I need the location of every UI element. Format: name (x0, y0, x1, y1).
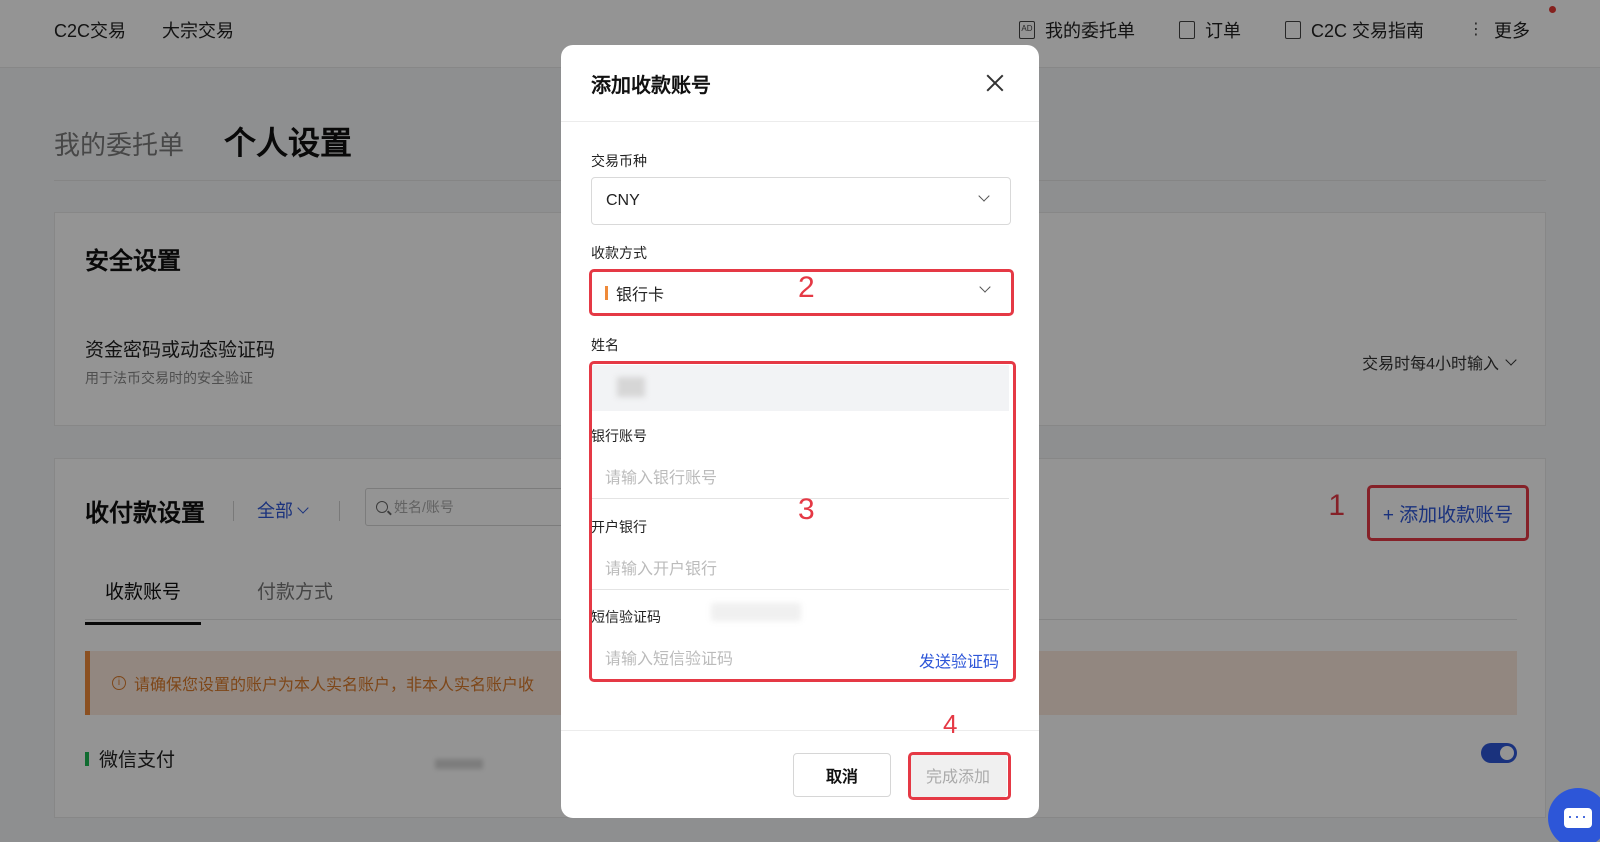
step-marker-3: 3 (798, 493, 815, 526)
name-field (591, 365, 1009, 411)
complete-add-button[interactable]: 完成添加 (909, 753, 1007, 797)
redacted-name (617, 377, 645, 397)
close-icon[interactable] (985, 73, 1005, 93)
sms-code-placeholder: 请输入短信验证码 (605, 651, 734, 668)
currency-label: 交易币种 (591, 153, 647, 169)
name-label: 姓名 (591, 337, 619, 353)
modal-title: 添加收款账号 (591, 75, 711, 97)
bank-card-indicator (605, 286, 608, 300)
chevron-down-icon (979, 281, 991, 293)
step-marker-4: 4 (943, 709, 958, 739)
redacted-phone (711, 603, 801, 621)
footer-divider (561, 730, 1039, 731)
bank-name-input[interactable]: 请输入开户银行 (591, 544, 1009, 590)
modal-header: 添加收款账号 (561, 45, 1039, 122)
step-marker-2: 2 (798, 271, 815, 304)
chevron-down-icon (978, 190, 990, 202)
add-account-modal: 添加收款账号 交易币种 CNY 收款方式 银行卡 2 姓名 银行账号 请输入银行… (561, 45, 1039, 818)
chat-icon (1564, 807, 1592, 828)
method-label: 收款方式 (591, 245, 647, 261)
sms-code-label: 短信验证码 (591, 609, 661, 625)
page-background: C2C交易 大宗交易 AD 我的委托单 订单 C2C 交易指南 ⋮ 更多 我的委… (0, 0, 1600, 842)
send-code-link[interactable]: 发送验证码 (919, 648, 999, 672)
bank-name-label: 开户银行 (591, 519, 647, 535)
cancel-button[interactable]: 取消 (793, 753, 891, 797)
bank-account-label: 银行账号 (591, 428, 647, 444)
chat-support-button[interactable] (1548, 788, 1600, 842)
bank-name-placeholder: 请输入开户银行 (605, 560, 718, 578)
currency-select[interactable]: CNY (591, 177, 1011, 225)
bank-account-placeholder: 请输入银行账号 (605, 469, 718, 487)
currency-value: CNY (606, 192, 640, 209)
method-value: 银行卡 (616, 287, 665, 304)
